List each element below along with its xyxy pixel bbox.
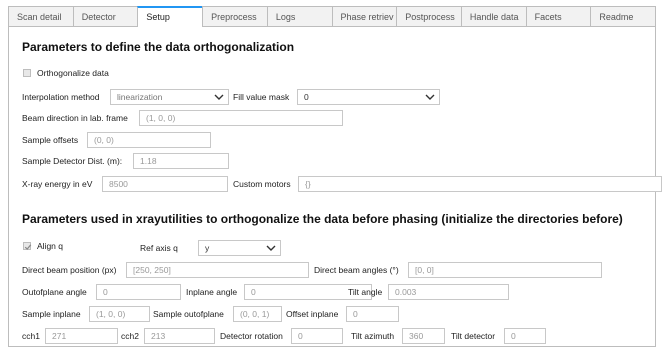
align-q-label: Align q bbox=[37, 241, 63, 251]
sample-offsets-label: Sample offsets bbox=[22, 135, 79, 145]
interpolation-method-select[interactable]: linearization bbox=[110, 89, 229, 105]
tab-scan-detail[interactable]: Scan detail bbox=[8, 6, 73, 26]
chevron-down-icon bbox=[425, 94, 435, 100]
sample-inplane-label: Sample inplane bbox=[22, 309, 81, 319]
inplane-angle-label: Inplane angle bbox=[186, 287, 238, 297]
direct-beam-position-input[interactable]: [250, 250] bbox=[126, 262, 309, 278]
beam-direction-label: Beam direction in lab. frame bbox=[22, 113, 128, 123]
section1-title: Parameters to define the data orthogonal… bbox=[22, 40, 295, 54]
sample-outofplane-input[interactable]: (0, 0, 1) bbox=[233, 306, 282, 322]
checkmark-icon bbox=[24, 244, 32, 250]
orthogonalize-checkbox[interactable] bbox=[23, 69, 31, 77]
custom-motors-input[interactable]: {} bbox=[298, 176, 662, 192]
tab-logs[interactable]: Logs bbox=[266, 6, 332, 26]
tilt-angle-label: Tilt angle bbox=[348, 287, 383, 297]
section2-title: Parameters used in xrayutilities to orth… bbox=[22, 212, 623, 226]
direct-beam-angles-input[interactable]: [0, 0] bbox=[408, 262, 602, 278]
sample-outofplane-label: Sample outofplane bbox=[153, 309, 224, 319]
tab-readme[interactable]: Readme bbox=[590, 6, 657, 26]
outofplane-angle-input[interactable]: 0 bbox=[96, 284, 181, 300]
chevron-down-icon bbox=[214, 94, 224, 100]
offset-inplane-label: Offset inplane bbox=[286, 309, 339, 319]
outofplane-angle-label: Outofplane angle bbox=[22, 287, 87, 297]
tilt-angle-input[interactable]: 0.003 bbox=[388, 284, 509, 300]
sample-inplane-input[interactable]: (1, 0, 0) bbox=[89, 306, 150, 322]
tab-preprocess[interactable]: Preprocess bbox=[202, 6, 267, 26]
beam-direction-input[interactable]: (1, 0, 0) bbox=[139, 110, 343, 126]
sample-offsets-input[interactable]: (0, 0) bbox=[87, 132, 211, 148]
tilt-detector-input[interactable]: 0 bbox=[504, 328, 546, 344]
interpolation-method-label: Interpolation method bbox=[22, 92, 100, 102]
cch2-input[interactable]: 213 bbox=[144, 328, 215, 344]
tab-handle-data[interactable]: Handle data bbox=[460, 6, 526, 26]
cch1-label: cch1 bbox=[22, 331, 40, 341]
ref-axis-select[interactable]: y bbox=[198, 240, 281, 256]
tilt-azimuth-label: Tilt azimuth bbox=[351, 331, 395, 341]
custom-motors-label: Custom motors bbox=[233, 179, 291, 189]
cch2-label: cch2 bbox=[121, 331, 139, 341]
tilt-detector-label: Tilt detector bbox=[451, 331, 496, 341]
direct-beam-position-label: Direct beam position (px) bbox=[22, 265, 117, 275]
fill-value-mask-select[interactable]: 0 bbox=[297, 89, 440, 105]
detector-rotation-label: Detector rotation bbox=[220, 331, 283, 341]
sample-detector-dist-input[interactable]: 1.18 bbox=[133, 153, 229, 169]
tab-detector[interactable]: Detector bbox=[72, 6, 138, 26]
tab-postprocess[interactable]: Postprocess bbox=[396, 6, 461, 26]
xray-energy-input[interactable]: 8500 bbox=[102, 176, 228, 192]
interpolation-method-value: linearization bbox=[117, 92, 163, 102]
tab-facets[interactable]: Facets bbox=[525, 6, 591, 26]
ref-axis-value: y bbox=[205, 243, 210, 253]
ref-axis-label: Ref axis q bbox=[140, 243, 178, 253]
fill-value-mask-value: 0 bbox=[304, 92, 309, 102]
chevron-down-icon bbox=[266, 245, 276, 251]
fill-value-mask-label: Fill value mask bbox=[233, 92, 290, 102]
offset-inplane-input[interactable]: 0 bbox=[346, 306, 399, 322]
orthogonalize-label: Orthogonalize data bbox=[37, 68, 109, 78]
sample-detector-dist-label: Sample Detector Dist. (m): bbox=[22, 156, 123, 166]
tab-phase-retrieval[interactable]: Phase retriev bbox=[331, 6, 397, 26]
tab-setup[interactable]: Setup bbox=[137, 6, 203, 27]
cch1-input[interactable]: 271 bbox=[45, 328, 118, 344]
xray-energy-label: X-ray energy in eV bbox=[22, 179, 93, 189]
tilt-azimuth-input[interactable]: 360 bbox=[402, 328, 445, 344]
tab-bar: Scan detail Detector Setup Preprocess Lo… bbox=[8, 6, 657, 27]
align-q-checkbox[interactable] bbox=[23, 242, 32, 250]
direct-beam-angles-label: Direct beam angles (°) bbox=[314, 265, 399, 275]
detector-rotation-input[interactable]: 0 bbox=[291, 328, 343, 344]
